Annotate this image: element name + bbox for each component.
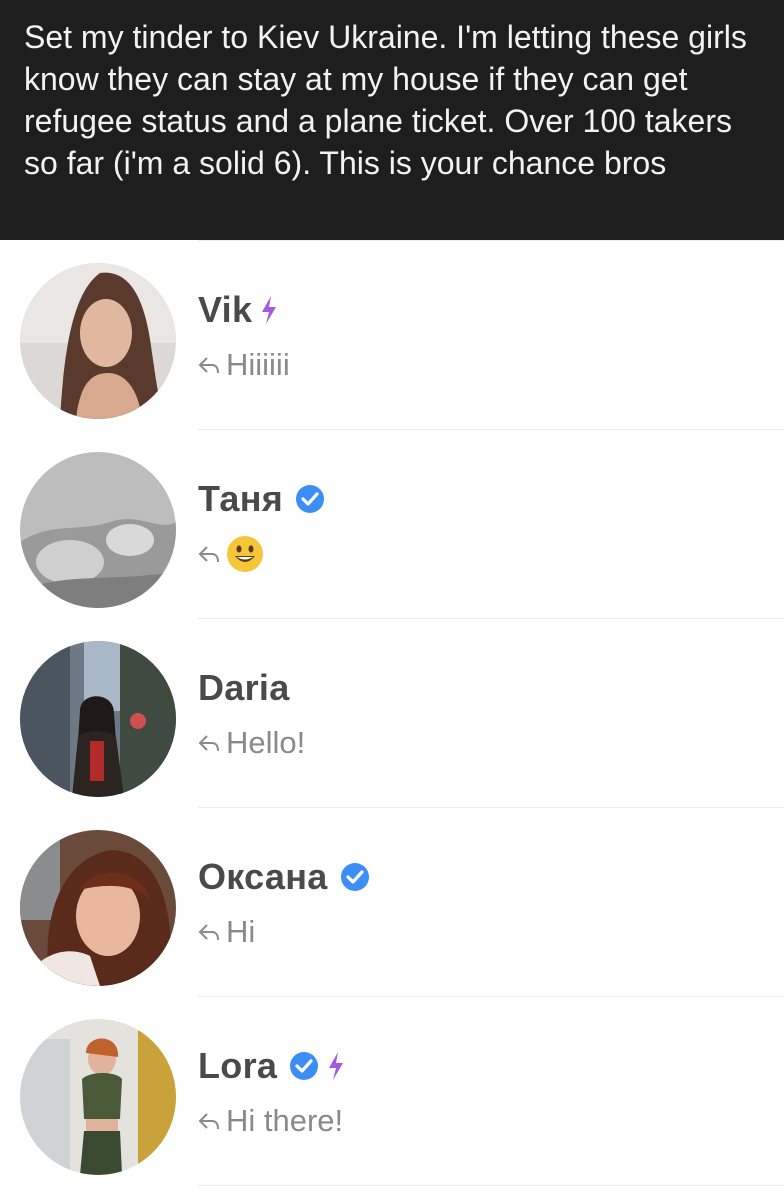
match-row-lora[interactable]: Lora Hi there! [0, 997, 784, 1185]
reply-arrow-icon [198, 922, 220, 942]
verified-badge-icon [340, 862, 370, 892]
reply-arrow-icon [198, 355, 220, 375]
match-name: Vik [198, 289, 253, 330]
divider [198, 1185, 784, 1186]
match-row-daria[interactable]: Daria Hello! [0, 619, 784, 807]
match-row-oksana[interactable]: Оксана Hi [0, 808, 784, 996]
match-name: Lora [198, 1045, 278, 1086]
grinning-face-emoji [226, 535, 264, 573]
lightning-bolt-icon [327, 1052, 345, 1080]
avatar[interactable] [20, 452, 176, 608]
avatar[interactable] [20, 830, 176, 986]
match-row-vik[interactable]: Vik Hiiiiii [0, 241, 784, 429]
reply-arrow-icon [198, 544, 220, 564]
last-message: Hiiiiii [226, 347, 290, 382]
post-caption: Set my tinder to Kiev Ukraine. I'm letti… [0, 0, 784, 240]
reply-arrow-icon [198, 733, 220, 753]
avatar[interactable] [20, 1019, 176, 1175]
avatar[interactable] [20, 641, 176, 797]
match-name: Таня [198, 478, 284, 519]
last-message: Hi there! [226, 1103, 344, 1138]
last-message: Hi [226, 914, 256, 949]
match-name: Оксана [198, 856, 328, 897]
verified-badge-icon [289, 1051, 319, 1081]
reply-arrow-icon [198, 1111, 220, 1131]
avatar[interactable] [20, 263, 176, 419]
verified-badge-icon [295, 484, 325, 514]
match-list: Vik Hiiiiii Таня Daria Hello! Оксана Hi … [0, 240, 784, 1186]
caption-text: Set my tinder to Kiev Ukraine. I'm letti… [24, 19, 747, 181]
lightning-bolt-icon [260, 296, 278, 324]
last-message: Hello! [226, 725, 306, 760]
match-name: Daria [198, 667, 290, 708]
match-row-tanya[interactable]: Таня [0, 430, 784, 618]
